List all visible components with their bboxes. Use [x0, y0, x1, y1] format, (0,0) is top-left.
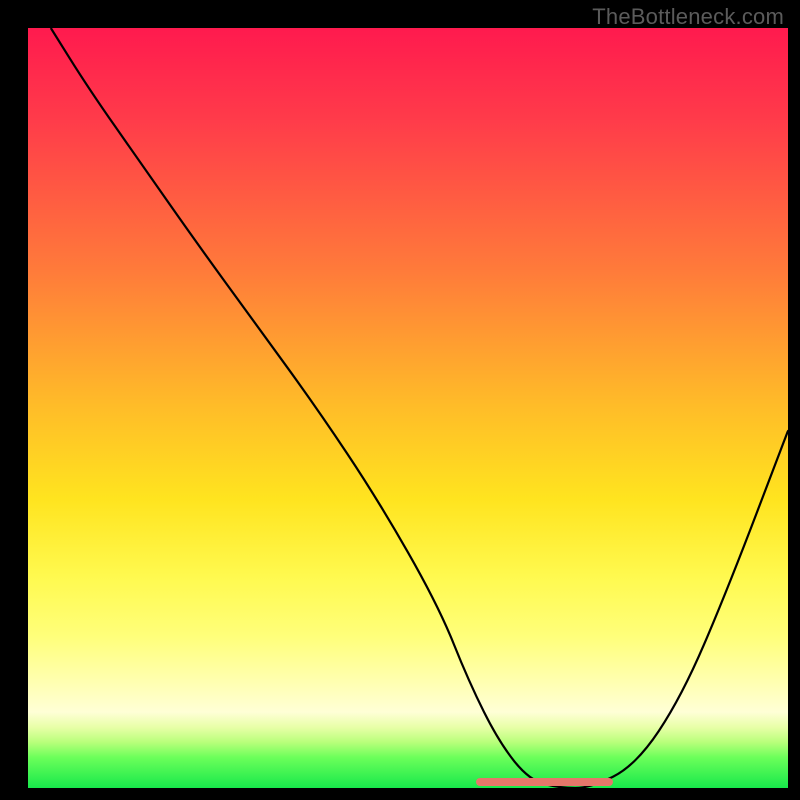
- plot-area: [28, 28, 788, 788]
- frame: TheBottleneck.com: [0, 0, 800, 800]
- watermark-text: TheBottleneck.com: [592, 4, 784, 30]
- curve-path: [51, 28, 788, 788]
- bottleneck-curve: [28, 28, 788, 788]
- optimal-range-marker: [476, 778, 613, 786]
